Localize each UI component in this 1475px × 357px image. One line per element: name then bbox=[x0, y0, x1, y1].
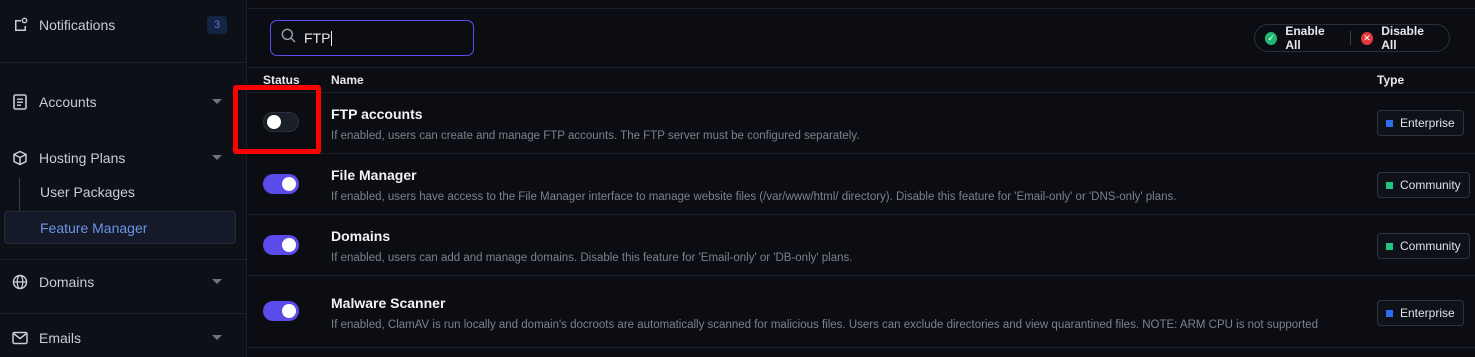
type-badge: Community bbox=[1377, 233, 1470, 259]
type-label: Enterprise bbox=[1400, 306, 1455, 320]
column-header-name: Name bbox=[331, 73, 364, 87]
sidebar-item-label: Accounts bbox=[39, 94, 97, 110]
search-value: FTP bbox=[304, 30, 331, 46]
feature-toggle[interactable] bbox=[263, 174, 299, 194]
feature-description: If enabled, users can create and manage … bbox=[331, 130, 860, 142]
type-label: Community bbox=[1400, 239, 1461, 253]
feature-name: FTP accounts bbox=[331, 106, 423, 122]
feature-description: If enabled, users have access to the Fil… bbox=[331, 191, 1177, 203]
notification-count-badge: 3 bbox=[207, 16, 227, 34]
x-circle-icon: ✕ bbox=[1360, 31, 1374, 45]
sidebar-subitem-user-packages[interactable]: User Packages bbox=[40, 182, 135, 202]
sidebar-item-notifications[interactable]: Notifications 3 bbox=[0, 7, 246, 43]
disable-all-label: Disable All bbox=[1381, 24, 1424, 52]
sidebar-divider bbox=[0, 259, 246, 260]
feature-description: If enabled, ClamAV is run locally and do… bbox=[331, 319, 1318, 331]
sidebar-item-label: Hosting Plans bbox=[39, 150, 126, 166]
sidebar-item-label: Notifications bbox=[39, 17, 116, 33]
table-bottom-divider bbox=[248, 347, 1475, 348]
chevron-down-icon bbox=[212, 279, 222, 284]
feature-toggle[interactable] bbox=[263, 301, 299, 321]
type-badge: Community bbox=[1377, 172, 1470, 198]
sidebar: Notifications 3 Accounts Hosting Plans U… bbox=[0, 0, 247, 357]
app-root: Notifications 3 Accounts Hosting Plans U… bbox=[0, 0, 1475, 357]
globe-icon bbox=[11, 273, 29, 291]
community-marker-icon bbox=[1386, 181, 1393, 189]
type-badge: Enterprise bbox=[1377, 300, 1464, 326]
toggle-knob bbox=[282, 304, 296, 318]
toggle-knob bbox=[282, 177, 296, 191]
sidebar-subitem-feature-manager[interactable]: Feature Manager bbox=[40, 218, 147, 238]
top-divider bbox=[248, 8, 1475, 9]
enable-all-label: Enable All bbox=[1285, 24, 1325, 52]
feature-toggle[interactable] bbox=[263, 235, 299, 255]
search-icon bbox=[281, 28, 296, 48]
check-circle-icon: ✓ bbox=[1265, 31, 1278, 45]
enable-all-button[interactable]: ✓ Enable All bbox=[1255, 24, 1350, 52]
table-row: File Manager If enabled, users have acce… bbox=[248, 153, 1475, 214]
header-divider bbox=[248, 67, 1475, 68]
sidebar-item-hosting-plans[interactable]: Hosting Plans bbox=[0, 140, 246, 176]
bulk-actions: ✓ Enable All ✕ Disable All bbox=[1254, 24, 1450, 52]
type-badge: Enterprise bbox=[1377, 110, 1464, 136]
package-icon bbox=[11, 149, 29, 167]
column-header-type: Type bbox=[1377, 73, 1405, 87]
highlight-box bbox=[233, 85, 321, 154]
sidebar-item-label: Domains bbox=[39, 274, 95, 290]
sidebar-item-domains[interactable]: Domains bbox=[0, 264, 246, 300]
enterprise-marker-icon bbox=[1386, 309, 1393, 317]
type-label: Community bbox=[1400, 178, 1461, 192]
chevron-down-icon bbox=[212, 99, 222, 104]
search-input[interactable]: FTP bbox=[270, 20, 474, 56]
chevron-down-icon bbox=[212, 335, 222, 340]
sidebar-item-label: Emails bbox=[39, 330, 82, 346]
type-label: Enterprise bbox=[1400, 116, 1455, 130]
sidebar-divider bbox=[0, 313, 246, 314]
feature-name: File Manager bbox=[331, 167, 417, 183]
community-marker-icon bbox=[1386, 242, 1393, 250]
feature-description: If enabled, users can add and manage dom… bbox=[331, 252, 853, 264]
table-row: Domains If enabled, users can add and ma… bbox=[248, 214, 1475, 275]
document-icon bbox=[11, 93, 29, 111]
table-row: FTP accounts If enabled, users can creat… bbox=[248, 92, 1475, 153]
feature-manager-panel: FTP ✓ Enable All ✕ Disable All Status Na… bbox=[233, 0, 1475, 357]
table-row: Malware Scanner If enabled, ClamAV is ru… bbox=[248, 275, 1475, 347]
envelope-icon bbox=[11, 329, 29, 347]
text-caret bbox=[331, 30, 333, 46]
disable-all-button[interactable]: ✕ Disable All bbox=[1351, 24, 1449, 52]
enterprise-marker-icon bbox=[1386, 119, 1393, 127]
feature-name: Malware Scanner bbox=[331, 295, 446, 311]
bell-icon bbox=[11, 16, 29, 34]
chevron-down-icon bbox=[212, 155, 222, 160]
sidebar-item-accounts[interactable]: Accounts bbox=[0, 84, 246, 120]
toggle-knob bbox=[282, 238, 296, 252]
feature-name: Domains bbox=[331, 228, 391, 244]
sidebar-item-emails[interactable]: Emails bbox=[0, 320, 246, 356]
sidebar-divider bbox=[0, 62, 246, 63]
